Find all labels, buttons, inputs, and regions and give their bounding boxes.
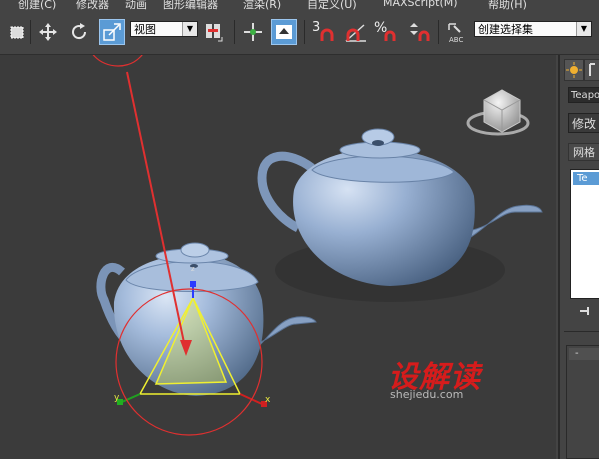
edit-named-selection-button[interactable]: ABC [443,19,469,45]
gizmo-x-label: x [265,395,271,405]
object-name-field[interactable]: Teapo [568,87,599,103]
menu-help[interactable]: 帮助(H) [488,0,527,10]
viewport-scene: z y x [92,55,543,436]
modify-icon [589,63,595,76]
scale-icon [103,23,121,41]
modifier-stack-list[interactable]: Te [570,169,599,299]
menu-customize[interactable]: 自定义(U) [307,0,357,10]
reference-coordinate-dropdown[interactable]: 视图 ▼ [130,21,198,37]
main-toolbar: 视图 ▼ 3 % ABC 创建选择集 ▼ [0,10,599,55]
rollout-header[interactable]: - [569,348,599,360]
menu-animation[interactable]: 动画 [125,0,147,10]
gizmo-z-label: z [191,265,195,273]
snaps-toggle-button[interactable]: 3 [310,19,340,45]
select-region-icon [10,26,24,39]
angle-snap-toggle-button[interactable] [342,19,370,45]
manipulate-icon [244,23,262,41]
sun-icon [566,62,582,78]
menu-modifiers[interactable]: 修改器 [76,0,109,10]
watermark-url: shejiedu.com [390,388,464,401]
percent-symbol: % [374,20,388,36]
menu-maxscript[interactable]: MAXScript(M) [383,0,458,9]
chevron-down-icon: ▼ [182,22,197,36]
keyboard-shortcut-override-button[interactable] [271,19,297,45]
gizmo-y-label: y [114,393,120,403]
menu-rendering[interactable]: 渲染(R) [243,0,281,10]
spinner-snap-toggle-button[interactable] [406,19,434,45]
spinner-snap-icon [410,23,430,41]
menu-create[interactable]: 创建(C) [18,0,56,10]
menu-bar: 创建(C) 修改器 动画 图形编辑器 渲染(R) 自定义(U) MAXScrip… [0,0,599,10]
snap-value: 3 [312,20,321,35]
viewcube[interactable] [466,89,530,136]
watermark: 设解读 shejiedu.com [388,352,481,401]
select-and-scale-button[interactable] [99,19,125,45]
shortcut-override-icon [276,25,292,39]
pin-stack-icon[interactable] [578,305,592,320]
create-tab[interactable] [564,59,584,81]
rollout-panel: - [566,345,599,459]
angle-snap-icon [345,24,366,42]
move-icon [39,23,57,41]
modify-tab[interactable] [584,59,599,81]
named-selection-icon: ABC [448,23,463,44]
perspective-viewport[interactable]: z y x 设解读 shejiedu.com [0,55,556,459]
modifier-stack-item[interactable]: Te [573,172,599,185]
modifier-list-dropdown[interactable]: 修改器 [568,113,599,133]
svg-text:ABC: ABC [449,36,463,44]
chevron-down-icon: ▼ [576,22,591,36]
rotate-icon [72,23,87,40]
teapot-right[interactable] [257,128,543,302]
select-and-rotate-button[interactable] [66,19,92,45]
percent-snap-toggle-button[interactable]: % [374,19,402,45]
select-and-move-button[interactable] [35,19,61,45]
pivot-center-icon [206,24,223,42]
use-pivot-center-button[interactable] [200,19,226,45]
named-selection-sets-dropdown[interactable]: 创建选择集 ▼ [474,21,592,37]
command-panel: Teapo 修改器 网格 Te - [558,55,599,459]
select-and-manipulate-button[interactable] [240,19,266,45]
menu-graph-editors[interactable]: 图形编辑器 [163,0,218,10]
select-region-button[interactable] [4,19,30,45]
section-button[interactable]: 网格 [568,143,599,161]
